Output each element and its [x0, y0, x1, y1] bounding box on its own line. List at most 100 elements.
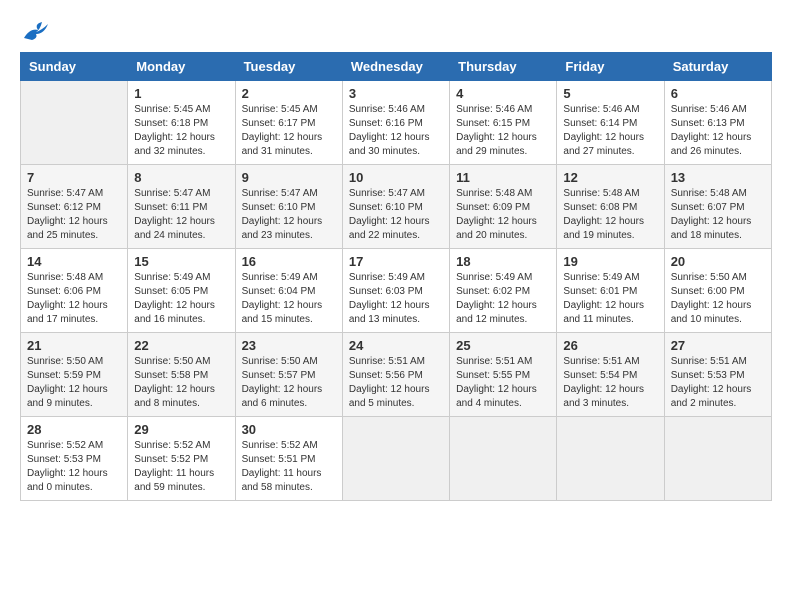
- day-number: 4: [456, 86, 550, 101]
- day-info: Sunrise: 5:52 AMSunset: 5:53 PMDaylight:…: [27, 439, 121, 495]
- day-info: Sunrise: 5:46 AMSunset: 6:13 PMDaylight:…: [671, 103, 765, 159]
- day-number: 1: [134, 86, 228, 101]
- day-number: 13: [671, 170, 765, 185]
- day-number: 20: [671, 254, 765, 269]
- calendar-cell: 10 Sunrise: 5:47 AMSunset: 6:10 PMDayligh…: [342, 165, 449, 249]
- day-number: 28: [27, 422, 121, 437]
- calendar-cell: 2 Sunrise: 5:45 AMSunset: 6:17 PMDaylight…: [235, 81, 342, 165]
- day-info: Sunrise: 5:47 AMSunset: 6:10 PMDaylight:…: [349, 187, 443, 243]
- column-header-monday: Monday: [128, 53, 235, 81]
- column-header-thursday: Thursday: [450, 53, 557, 81]
- day-info: Sunrise: 5:46 AMSunset: 6:16 PMDaylight:…: [349, 103, 443, 159]
- day-number: 27: [671, 338, 765, 353]
- calendar-cell: 14 Sunrise: 5:48 AMSunset: 6:06 PMDayligh…: [21, 249, 128, 333]
- column-header-wednesday: Wednesday: [342, 53, 449, 81]
- day-number: 22: [134, 338, 228, 353]
- day-info: Sunrise: 5:48 AMSunset: 6:06 PMDaylight:…: [27, 271, 121, 327]
- calendar-cell: 4Sunrise: 5:46 AMSunset: 6:15 PMDaylight…: [450, 81, 557, 165]
- week-row-1: 7Sunrise: 5:47 AMSunset: 6:12 PMDaylight…: [21, 165, 772, 249]
- day-info: Sunrise: 5:48 AMSunset: 6:07 PMDaylight:…: [671, 187, 765, 243]
- day-number: 19: [563, 254, 657, 269]
- calendar-cell: 1 Sunrise: 5:45 AMSunset: 6:18 PMDaylight…: [128, 81, 235, 165]
- calendar-cell: [557, 417, 664, 501]
- day-info: Sunrise: 5:51 AMSunset: 5:54 PMDaylight:…: [563, 355, 657, 411]
- day-info: Sunrise: 5:51 AMSunset: 5:53 PMDaylight:…: [671, 355, 765, 411]
- calendar-cell: 15 Sunrise: 5:49 AMSunset: 6:05 PMDayligh…: [128, 249, 235, 333]
- calendar-cell: 19 Sunrise: 5:49 AMSunset: 6:01 PMDayligh…: [557, 249, 664, 333]
- day-info: Sunrise: 5:50 AMSunset: 6:00 PMDaylight:…: [671, 271, 765, 327]
- column-header-friday: Friday: [557, 53, 664, 81]
- day-number: 25: [456, 338, 550, 353]
- calendar-cell: 8 Sunrise: 5:47 AMSunset: 6:11 PMDaylight…: [128, 165, 235, 249]
- calendar-cell: 3 Sunrise: 5:46 AMSunset: 6:16 PMDaylight…: [342, 81, 449, 165]
- day-number: 8: [134, 170, 228, 185]
- day-info: Sunrise: 5:48 AMSunset: 6:09 PMDaylight:…: [456, 187, 550, 243]
- day-number: 24: [349, 338, 443, 353]
- week-row-0: 1 Sunrise: 5:45 AMSunset: 6:18 PMDaylight…: [21, 81, 772, 165]
- day-number: 30: [242, 422, 336, 437]
- day-info: Sunrise: 5:51 AMSunset: 5:55 PMDaylight:…: [456, 355, 550, 411]
- day-number: 10: [349, 170, 443, 185]
- day-info: Sunrise: 5:50 AMSunset: 5:57 PMDaylight:…: [242, 355, 336, 411]
- day-number: 17: [349, 254, 443, 269]
- column-header-saturday: Saturday: [664, 53, 771, 81]
- column-header-tuesday: Tuesday: [235, 53, 342, 81]
- day-info: Sunrise: 5:49 AMSunset: 6:03 PMDaylight:…: [349, 271, 443, 327]
- day-number: 12: [563, 170, 657, 185]
- calendar-cell: 6 Sunrise: 5:46 AMSunset: 6:13 PMDaylight…: [664, 81, 771, 165]
- day-info: Sunrise: 5:48 AMSunset: 6:08 PMDaylight:…: [563, 187, 657, 243]
- calendar-cell: 9 Sunrise: 5:47 AMSunset: 6:10 PMDaylight…: [235, 165, 342, 249]
- day-info: Sunrise: 5:50 AMSunset: 5:59 PMDaylight:…: [27, 355, 121, 411]
- day-info: Sunrise: 5:50 AMSunset: 5:58 PMDaylight:…: [134, 355, 228, 411]
- calendar-cell: 12 Sunrise: 5:48 AMSunset: 6:08 PMDayligh…: [557, 165, 664, 249]
- calendar-cell: 21 Sunrise: 5:50 AMSunset: 5:59 PMDayligh…: [21, 333, 128, 417]
- calendar-cell: 11 Sunrise: 5:48 AMSunset: 6:09 PMDayligh…: [450, 165, 557, 249]
- day-number: 14: [27, 254, 121, 269]
- day-number: 29: [134, 422, 228, 437]
- calendar-cell: 24 Sunrise: 5:51 AMSunset: 5:56 PMDayligh…: [342, 333, 449, 417]
- day-info: Sunrise: 5:46 AMSunset: 6:14 PMDaylight:…: [563, 103, 657, 159]
- day-info: Sunrise: 5:52 AMSunset: 5:52 PMDaylight:…: [134, 439, 228, 495]
- day-info: Sunrise: 5:47 AMSunset: 6:12 PMDaylight:…: [27, 187, 121, 243]
- calendar-cell: 29 Sunrise: 5:52 AMSunset: 5:52 PMDayligh…: [128, 417, 235, 501]
- day-number: 11: [456, 170, 550, 185]
- day-info: Sunrise: 5:47 AMSunset: 6:10 PMDaylight:…: [242, 187, 336, 243]
- day-number: 5: [563, 86, 657, 101]
- calendar-cell: [342, 417, 449, 501]
- calendar-cell: 30 Sunrise: 5:52 AMSunset: 5:51 PMDayligh…: [235, 417, 342, 501]
- logo-bird-icon: [22, 20, 50, 42]
- calendar-cell: 17 Sunrise: 5:49 AMSunset: 6:03 PMDayligh…: [342, 249, 449, 333]
- day-number: 6: [671, 86, 765, 101]
- week-row-4: 28 Sunrise: 5:52 AMSunset: 5:53 PMDayligh…: [21, 417, 772, 501]
- day-info: Sunrise: 5:45 AMSunset: 6:18 PMDaylight:…: [134, 103, 228, 159]
- calendar-cell: [21, 81, 128, 165]
- day-info: Sunrise: 5:49 AMSunset: 6:02 PMDaylight:…: [456, 271, 550, 327]
- calendar-cell: 13 Sunrise: 5:48 AMSunset: 6:07 PMDayligh…: [664, 165, 771, 249]
- day-info: Sunrise: 5:49 AMSunset: 6:05 PMDaylight:…: [134, 271, 228, 327]
- calendar-cell: 27 Sunrise: 5:51 AMSunset: 5:53 PMDayligh…: [664, 333, 771, 417]
- day-info: Sunrise: 5:45 AMSunset: 6:17 PMDaylight:…: [242, 103, 336, 159]
- day-info: Sunrise: 5:52 AMSunset: 5:51 PMDaylight:…: [242, 439, 336, 495]
- day-number: 15: [134, 254, 228, 269]
- page-header: [20, 20, 772, 42]
- day-info: Sunrise: 5:49 AMSunset: 6:04 PMDaylight:…: [242, 271, 336, 327]
- day-info: Sunrise: 5:51 AMSunset: 5:56 PMDaylight:…: [349, 355, 443, 411]
- column-header-sunday: Sunday: [21, 53, 128, 81]
- day-number: 3: [349, 86, 443, 101]
- day-number: 21: [27, 338, 121, 353]
- day-number: 23: [242, 338, 336, 353]
- day-number: 9: [242, 170, 336, 185]
- day-info: Sunrise: 5:47 AMSunset: 6:11 PMDaylight:…: [134, 187, 228, 243]
- calendar-cell: 7Sunrise: 5:47 AMSunset: 6:12 PMDaylight…: [21, 165, 128, 249]
- day-info: Sunrise: 5:49 AMSunset: 6:01 PMDaylight:…: [563, 271, 657, 327]
- day-number: 2: [242, 86, 336, 101]
- calendar-cell: 28 Sunrise: 5:52 AMSunset: 5:53 PMDayligh…: [21, 417, 128, 501]
- header-row: SundayMondayTuesdayWednesdayThursdayFrid…: [21, 53, 772, 81]
- calendar-cell: 26Sunrise: 5:51 AMSunset: 5:54 PMDayligh…: [557, 333, 664, 417]
- calendar-cell: 20 Sunrise: 5:50 AMSunset: 6:00 PMDayligh…: [664, 249, 771, 333]
- week-row-2: 14 Sunrise: 5:48 AMSunset: 6:06 PMDayligh…: [21, 249, 772, 333]
- calendar-cell: 5 Sunrise: 5:46 AMSunset: 6:14 PMDaylight…: [557, 81, 664, 165]
- logo: [20, 20, 50, 42]
- calendar-table: SundayMondayTuesdayWednesdayThursdayFrid…: [20, 52, 772, 501]
- calendar-cell: 23 Sunrise: 5:50 AMSunset: 5:57 PMDayligh…: [235, 333, 342, 417]
